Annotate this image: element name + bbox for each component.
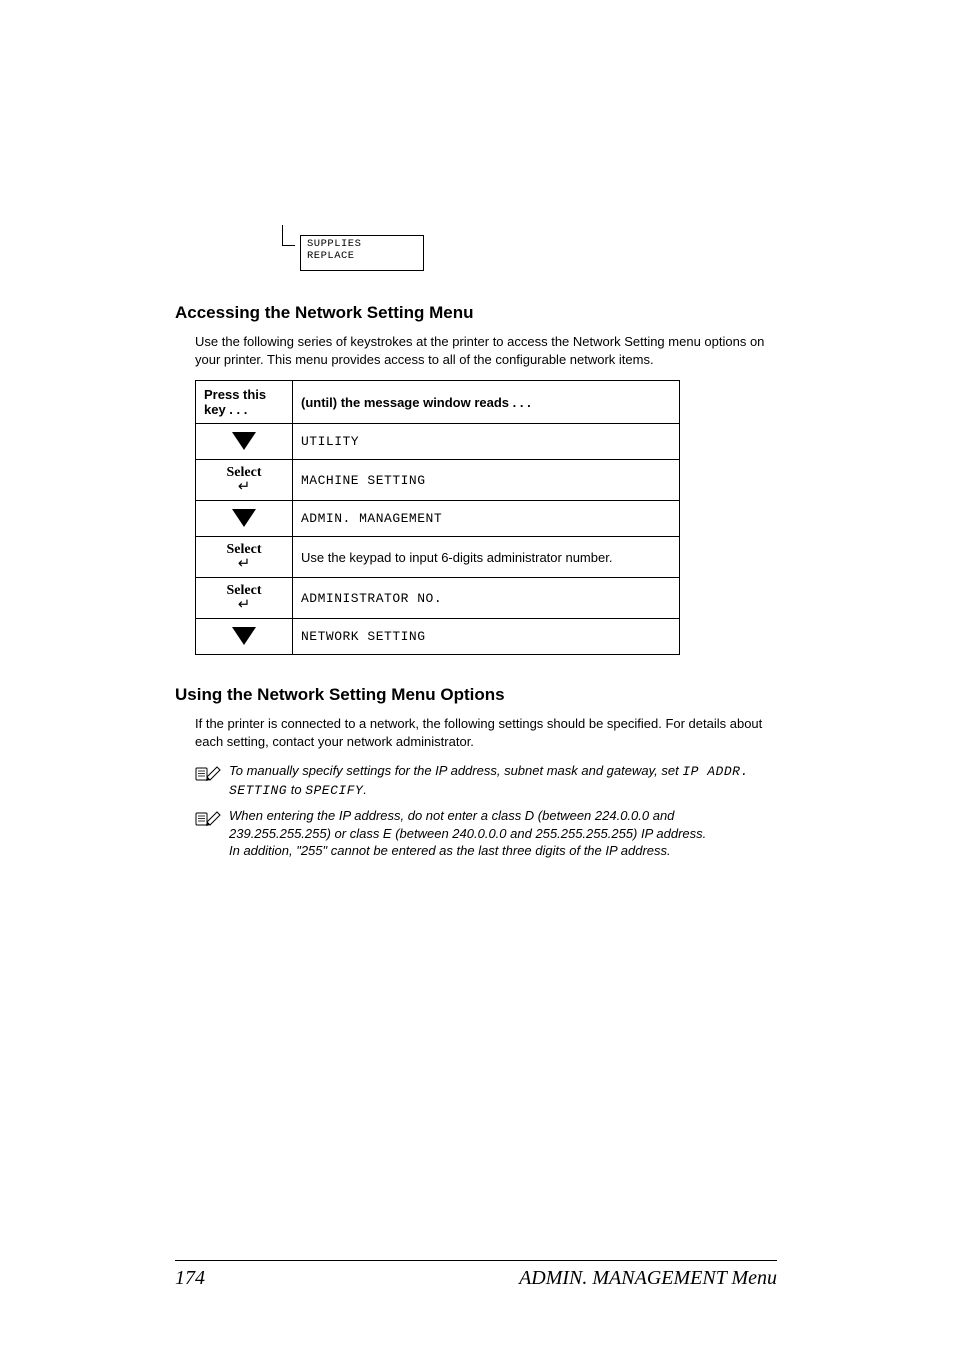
enter-arrow-icon: ↵ bbox=[227, 598, 262, 612]
enter-arrow-icon: ↵ bbox=[227, 557, 262, 571]
key-down bbox=[196, 501, 293, 537]
lcd-line-2: REPLACE bbox=[307, 251, 417, 263]
footer-rule bbox=[175, 1260, 777, 1261]
key-select: Select ↵ bbox=[196, 537, 293, 578]
lcd-tree-item: SUPPLIES REPLACE bbox=[300, 235, 450, 271]
down-arrow-icon bbox=[232, 432, 256, 450]
table-row: Select ↵ MACHINE SETTING bbox=[196, 460, 680, 501]
page-number: 174 bbox=[175, 1267, 205, 1290]
note-text-1: To manually specify settings for the IP … bbox=[229, 762, 777, 799]
message-cell: ADMINISTRATOR NO. bbox=[293, 578, 680, 619]
key-select: Select ↵ bbox=[196, 578, 293, 619]
keystroke-table: Press this key . . . (until) the message… bbox=[195, 380, 680, 655]
footer: 174 ADMIN. MANAGEMENT Menu bbox=[175, 1260, 777, 1290]
heading-accessing-network-menu: Accessing the Network Setting Menu bbox=[175, 303, 777, 323]
tree-connector bbox=[282, 225, 295, 246]
note-text-2: When entering the IP address, do not ent… bbox=[229, 807, 777, 860]
note1-part-a: To manually specify settings for the IP … bbox=[229, 763, 682, 778]
note2-part-a: When entering the IP address, do not ent… bbox=[229, 808, 706, 841]
message-cell: Use the keypad to input 6-digits adminis… bbox=[293, 537, 680, 578]
table-row: Select ↵ Use the keypad to input 6-digit… bbox=[196, 537, 680, 578]
note-block-1: To manually specify settings for the IP … bbox=[195, 762, 777, 799]
footer-title: ADMIN. MANAGEMENT Menu bbox=[519, 1267, 777, 1290]
intro-paragraph-1: Use the following series of keystrokes a… bbox=[195, 333, 777, 368]
lcd-line-1: SUPPLIES bbox=[307, 239, 417, 251]
intro-paragraph-2: If the printer is connected to a network… bbox=[195, 715, 777, 750]
down-arrow-icon bbox=[232, 509, 256, 527]
lcd-display: SUPPLIES REPLACE bbox=[300, 235, 424, 271]
table-row: NETWORK SETTING bbox=[196, 619, 680, 655]
note-icon bbox=[195, 763, 221, 781]
note1-part-b: to bbox=[287, 782, 305, 797]
column-header-key: Press this key . . . bbox=[196, 381, 293, 424]
note-icon bbox=[195, 808, 221, 826]
key-down bbox=[196, 424, 293, 460]
message-cell: UTILITY bbox=[293, 424, 680, 460]
note1-code-2: SPECIFY bbox=[305, 783, 363, 798]
column-header-message: (until) the message window reads . . . bbox=[293, 381, 680, 424]
table-row: Select ↵ ADMINISTRATOR NO. bbox=[196, 578, 680, 619]
table-row: ADMIN. MANAGEMENT bbox=[196, 501, 680, 537]
select-key-icon: Select ↵ bbox=[227, 584, 262, 612]
enter-arrow-icon: ↵ bbox=[227, 480, 262, 494]
key-down bbox=[196, 619, 293, 655]
note-block-2: When entering the IP address, do not ent… bbox=[195, 807, 777, 860]
message-cell: MACHINE SETTING bbox=[293, 460, 680, 501]
select-key-icon: Select ↵ bbox=[227, 543, 262, 571]
message-cell: ADMIN. MANAGEMENT bbox=[293, 501, 680, 537]
select-key-icon: Select ↵ bbox=[227, 466, 262, 494]
note2-part-b: In addition, "255" cannot be entered as … bbox=[229, 843, 671, 858]
note1-part-c: . bbox=[363, 782, 367, 797]
key-select: Select ↵ bbox=[196, 460, 293, 501]
table-row: UTILITY bbox=[196, 424, 680, 460]
page-content: SUPPLIES REPLACE Accessing the Network S… bbox=[0, 0, 952, 860]
down-arrow-icon bbox=[232, 627, 256, 645]
heading-using-network-menu: Using the Network Setting Menu Options bbox=[175, 685, 777, 705]
message-cell: NETWORK SETTING bbox=[293, 619, 680, 655]
table-header-row: Press this key . . . (until) the message… bbox=[196, 381, 680, 424]
